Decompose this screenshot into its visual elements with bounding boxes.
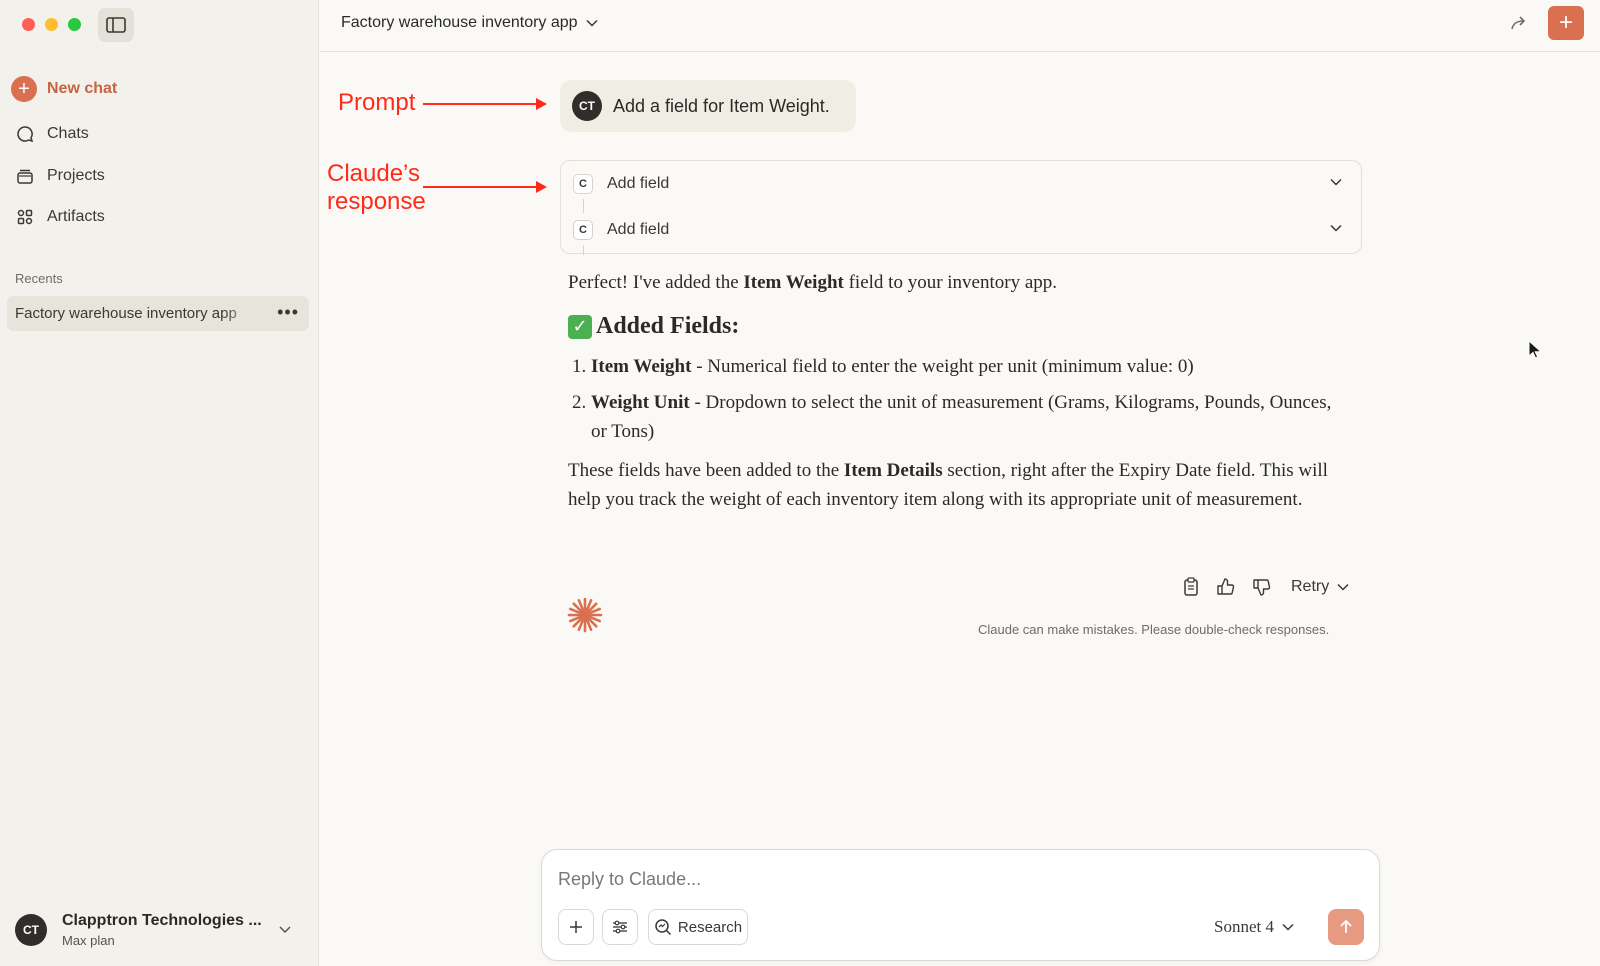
sidebar-item-label: Projects xyxy=(47,167,105,184)
bold-text: Item Details xyxy=(843,460,943,481)
zoom-window-button[interactable] xyxy=(68,18,81,31)
avatar: CT xyxy=(15,914,47,946)
sliders-icon xyxy=(613,920,627,934)
thumbs-down-icon[interactable] xyxy=(1251,576,1273,598)
reply-input[interactable] xyxy=(558,864,1338,894)
text-segment: - Numerical field to enter the weight pe… xyxy=(691,356,1194,377)
tool-call-label: Add field xyxy=(607,175,670,192)
response-intro: Perfect! I've added the Item Weight fiel… xyxy=(568,268,1358,297)
sidebar-item-label: Chats xyxy=(47,125,89,142)
text-segment: Perfect! I've added the xyxy=(568,272,744,293)
tool-call-label: Add field xyxy=(607,221,670,238)
new-chat-button[interactable]: + New chat xyxy=(11,76,117,102)
folder-stack-icon xyxy=(17,169,33,184)
minimize-window-button[interactable] xyxy=(45,18,58,31)
new-chat-plus-button[interactable]: + xyxy=(1548,6,1584,40)
list-item: Weight Unit - Dropdown to select the uni… xyxy=(591,388,1351,446)
annotation-arrow-response xyxy=(423,181,547,193)
composer: Research Sonnet 4 xyxy=(541,849,1380,961)
bold-text: Item Weight xyxy=(591,356,692,377)
chevron-down-icon xyxy=(1282,923,1294,931)
send-button[interactable] xyxy=(1328,909,1364,945)
thumbs-up-icon[interactable] xyxy=(1215,576,1237,598)
recent-chat-item[interactable]: Factory warehouse inventory app ••• xyxy=(7,296,309,331)
retry-button[interactable]: Retry xyxy=(1291,578,1349,596)
more-options-icon[interactable]: ••• xyxy=(277,302,299,323)
sidebar-item-label: Artifacts xyxy=(47,208,105,225)
tool-badge: C xyxy=(573,220,593,240)
list-number: 1. xyxy=(572,356,587,377)
bold-text: Weight Unit xyxy=(591,392,690,413)
chat-bubble-icon xyxy=(17,126,34,143)
chevron-down-icon[interactable] xyxy=(1329,177,1343,187)
claude-spark-icon xyxy=(567,597,603,633)
check-mark-icon: ✓ xyxy=(568,314,592,339)
bold-text: Item Weight xyxy=(743,272,844,293)
model-selector[interactable]: Sonnet 4 xyxy=(1214,917,1294,937)
research-button[interactable]: Research xyxy=(648,909,748,945)
disclaimer-text: Claude can make mistakes. Please double-… xyxy=(978,622,1330,637)
annotation-prompt: Prompt xyxy=(338,89,416,116)
recent-chat-label: Factory warehouse inventory app xyxy=(15,305,237,322)
avatar: CT xyxy=(572,91,602,121)
close-window-button[interactable] xyxy=(22,18,35,31)
annotation-response-line2: response xyxy=(327,188,426,215)
tools-settings-button[interactable] xyxy=(602,909,638,945)
text-segment: field to your inventory app. xyxy=(843,272,1058,293)
sidebar-item-artifacts[interactable]: Artifacts xyxy=(15,207,105,227)
window-controls xyxy=(22,18,81,31)
tool-badge: C xyxy=(573,174,593,194)
annotation-response-line1: Claude’s xyxy=(327,160,420,187)
sidebar-toggle-button[interactable] xyxy=(98,8,134,42)
mouse-cursor-icon xyxy=(1528,340,1542,359)
tool-connector xyxy=(583,199,584,213)
retry-label: Retry xyxy=(1291,578,1330,595)
search-icon xyxy=(655,919,671,936)
user-message: CT Add a field for Item Weight. xyxy=(560,80,856,132)
chevron-down-icon[interactable] xyxy=(1329,223,1343,233)
plus-icon: + xyxy=(11,76,37,102)
response-heading: ✓ Added Fields: xyxy=(568,313,739,340)
model-label: Sonnet 4 xyxy=(1214,917,1274,936)
plus-icon xyxy=(570,921,582,933)
annotation-arrow-prompt xyxy=(423,98,547,110)
chevron-down-icon[interactable] xyxy=(278,924,292,934)
add-attachment-button[interactable] xyxy=(558,909,594,945)
sidebar-panel-icon xyxy=(106,17,126,33)
arrow-up-icon xyxy=(1340,919,1352,933)
new-chat-label: New chat xyxy=(47,80,118,97)
response-closing: These fields have been added to the Item… xyxy=(568,456,1338,514)
account-plan: Max plan xyxy=(62,933,115,948)
account-name: Clapptron Technologies ... xyxy=(62,912,262,929)
text-segment: - Dropdown to select the unit of measure… xyxy=(591,392,1332,442)
chat-title-dropdown[interactable]: Factory warehouse inventory app xyxy=(341,14,598,32)
tool-call-row[interactable]: C Add field xyxy=(573,169,1343,199)
heading-text: Added Fields: xyxy=(596,313,740,339)
sidebar-item-chats[interactable]: Chats xyxy=(15,124,89,144)
copy-icon[interactable] xyxy=(1180,576,1202,598)
list-number: 2. xyxy=(572,392,587,413)
share-icon[interactable] xyxy=(1508,12,1530,34)
chevron-down-icon xyxy=(586,19,598,27)
tool-call-row[interactable]: C Add field xyxy=(573,215,1343,245)
chat-header: Factory warehouse inventory app + xyxy=(320,0,1600,52)
tool-connector xyxy=(583,245,584,255)
chevron-down-icon xyxy=(1337,583,1349,591)
chat-title: Factory warehouse inventory app xyxy=(341,14,578,31)
user-message-text: Add a field for Item Weight. xyxy=(613,95,830,116)
account-menu[interactable]: CT Clapptron Technologies ... Max plan xyxy=(15,912,262,948)
text-segment: These fields have been added to the xyxy=(568,460,844,481)
sidebar-item-projects[interactable]: Projects xyxy=(15,166,105,186)
plus-icon: + xyxy=(1558,9,1573,36)
sidebar: + New chat Chats Projects Artifacts Rece… xyxy=(0,0,319,966)
recents-heading: Recents xyxy=(15,271,63,286)
grid-shapes-icon xyxy=(17,209,33,225)
list-item: Item Weight - Numerical field to enter t… xyxy=(591,352,1351,381)
research-label: Research xyxy=(677,918,743,936)
tool-use-panel: C Add field C Add field xyxy=(560,160,1362,255)
